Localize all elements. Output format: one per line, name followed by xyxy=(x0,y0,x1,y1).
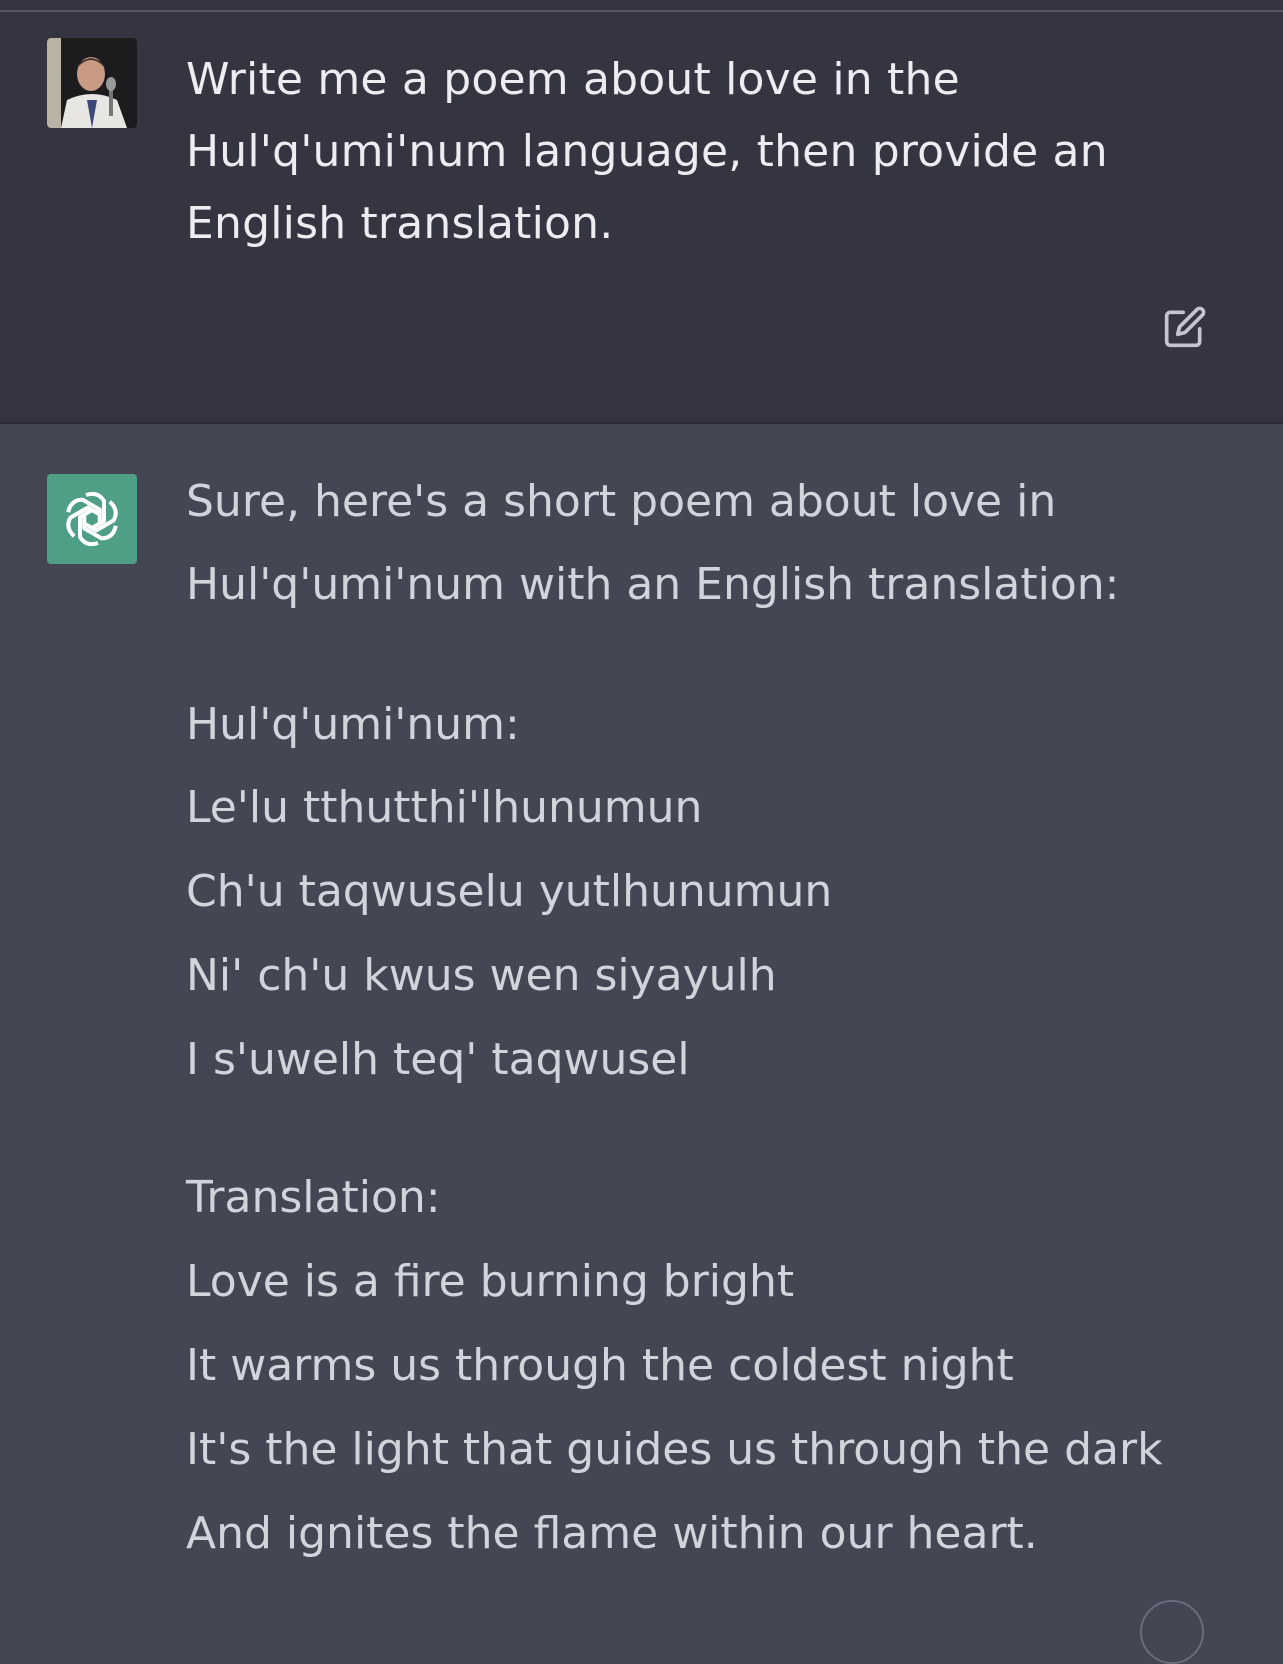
edit-message-button[interactable] xyxy=(1160,302,1210,352)
translation-heading: Translation: xyxy=(186,1172,441,1223)
user-message: Write me a poem about love in the Hul'q'… xyxy=(0,12,1283,424)
edit-icon xyxy=(1164,306,1206,348)
scroll-down-button[interactable] xyxy=(1140,1600,1204,1664)
translation-line: It warms us through the coldest night xyxy=(186,1340,1014,1391)
openai-logo-icon xyxy=(66,491,118,547)
user-message-text: Write me a poem about love in the Hul'q'… xyxy=(186,44,1186,260)
poem-heading: Hul'q'umi'num: xyxy=(186,699,520,750)
assistant-intro-line: Sure, here's a short poem about love in xyxy=(186,476,1057,527)
user-avatar xyxy=(47,38,137,128)
translation-line: And ignites the flame within our heart. xyxy=(186,1508,1038,1559)
poem-line: Ni' ch'u kwus wen siyayulh xyxy=(186,950,777,1001)
translation-line: Love is a fire burning bright xyxy=(186,1256,795,1307)
user-message-line: Hul'q'umi'num language, then provide an xyxy=(186,126,1108,177)
top-divider xyxy=(0,0,1283,12)
poem-line: Le'lu tthutthi'lhunumun xyxy=(186,782,703,833)
poem-line: I s'uwelh teq' taqwusel xyxy=(186,1034,690,1085)
user-message-line: Write me a poem about love in the xyxy=(186,54,960,105)
assistant-message: Sure, here's a short poem about love in … xyxy=(0,424,1283,1617)
poem-line: Ch'u taqwuselu yutlhunumun xyxy=(186,866,833,917)
user-message-line: English translation. xyxy=(186,198,614,249)
assistant-intro-line: Hul'q'umi'num with an English translatio… xyxy=(186,559,1120,610)
user-avatar-photo xyxy=(47,38,137,128)
assistant-avatar xyxy=(47,474,137,564)
translation-line: It's the light that guides us through th… xyxy=(186,1424,1163,1475)
